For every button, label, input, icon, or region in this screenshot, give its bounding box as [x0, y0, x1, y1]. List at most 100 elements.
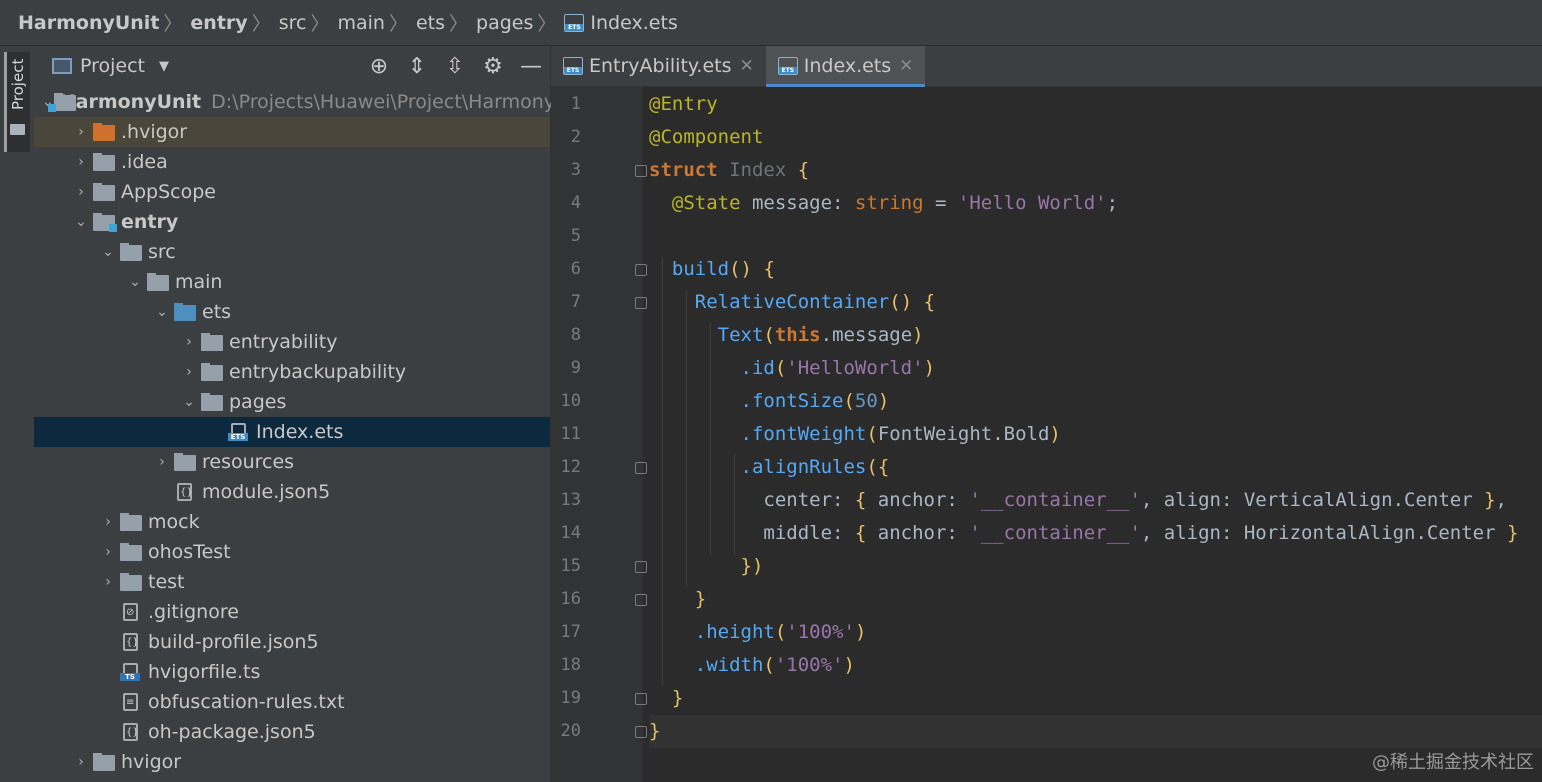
breadcrumb-item-ets[interactable]: ets: [416, 12, 445, 34]
line-number: 20: [560, 721, 581, 741]
fold-marker-icon[interactable]: [635, 693, 647, 705]
chevron-right-icon[interactable]: ›: [150, 454, 174, 470]
chevron-right-icon[interactable]: ›: [177, 364, 201, 380]
tree-item[interactable]: › hvigor: [34, 747, 550, 777]
chevron-right-icon[interactable]: ›: [69, 154, 93, 170]
fold-marker-icon[interactable]: [635, 561, 647, 573]
tree-item[interactable]: ⌄ main: [34, 267, 550, 297]
minimize-icon[interactable]: —: [512, 54, 550, 79]
chevron-right-icon: 〉: [251, 13, 271, 35]
ets-file-icon: [564, 13, 585, 32]
line-number: 19: [560, 688, 581, 708]
chevron-down-icon[interactable]: ⌄: [96, 244, 120, 260]
tree-item[interactable]: ≡ obfuscation-rules.txt: [34, 687, 550, 717]
tree-item[interactable]: ⌄ ets: [34, 297, 550, 327]
fold-marker-icon[interactable]: [635, 726, 647, 738]
tool-window-strip: Project: [0, 46, 35, 782]
tree-item[interactable]: ⌄ entry: [34, 207, 550, 237]
tree-item[interactable]: ⌄ HarmonyUnit D:\Projects\Huawei\Project\H…: [34, 87, 555, 117]
chevron-right-icon[interactable]: ›: [69, 124, 93, 140]
chevron-down-icon[interactable]: ▼: [159, 59, 169, 74]
tree-item[interactable]: › AppScope: [34, 177, 550, 207]
tree-item[interactable]: {} module.json5: [34, 477, 550, 507]
fold-marker-icon[interactable]: [635, 264, 647, 276]
line-number: 12: [560, 457, 581, 477]
fold-marker-icon[interactable]: [635, 297, 647, 309]
chevron-down-icon[interactable]: ⌄: [150, 304, 174, 320]
tree-item[interactable]: › test: [34, 567, 550, 597]
blue-folder-icon: [174, 303, 196, 321]
breadcrumb-item-pages[interactable]: pages: [476, 12, 533, 34]
tree-item[interactable]: ⌄ pages: [34, 387, 550, 417]
line-number-gutter: 1 2 3 4 5 6 7 8 9 10 11 12 13 14 15 16 17 18 19 20: [551, 86, 647, 782]
project-tool-tab[interactable]: Project: [4, 52, 30, 152]
folder-icon: [147, 273, 169, 291]
tree-item[interactable]: › .idea: [34, 147, 550, 177]
text-file-icon: ≡: [120, 693, 142, 711]
chevron-down-icon[interactable]: ⌄: [69, 214, 93, 230]
current-line-highlight: [649, 715, 1542, 748]
chevron-right-icon[interactable]: ›: [96, 514, 120, 530]
gear-icon[interactable]: ⚙: [474, 54, 512, 79]
close-icon[interactable]: ✕: [740, 56, 754, 76]
tab-index[interactable]: Index.ets ✕: [765, 46, 926, 87]
tree-item[interactable]: › resources: [34, 447, 550, 477]
folder-icon: [93, 153, 115, 171]
tree-item[interactable]: › mock: [34, 507, 550, 537]
chevron-down-icon[interactable]: ⌄: [177, 394, 201, 410]
line-number: 10: [560, 391, 581, 411]
locate-icon[interactable]: ⊕: [360, 54, 398, 79]
tree-item-label: entryability: [229, 331, 338, 353]
tree-item[interactable]: › entrybackupability: [34, 357, 550, 387]
folder-icon: [201, 363, 223, 381]
code-area[interactable]: @Entry @Component struct Index { @State me…: [649, 86, 1542, 782]
chevron-right-icon[interactable]: ›: [69, 754, 93, 770]
tree-item[interactable]: › entryability: [34, 327, 550, 357]
tree-item[interactable]: › .hvigor: [34, 117, 550, 147]
fold-marker-icon[interactable]: [635, 594, 647, 606]
tree-item[interactable]: {} build-profile.json5: [34, 627, 550, 657]
code-line: .id('HelloWorld'): [740, 357, 936, 379]
tree-item-label: AppScope: [121, 181, 216, 203]
breadcrumb-item-harmonyunit[interactable]: HarmonyUnit: [18, 12, 159, 34]
chevron-right-icon: 〉: [537, 13, 557, 35]
tree-item[interactable]: {} oh-package.json5: [34, 717, 550, 747]
code-line: .fontSize(50): [740, 390, 890, 412]
code-line: .fontWeight(FontWeight.Bold): [740, 423, 1061, 445]
code-line: }: [694, 588, 707, 610]
tree-item[interactable]: ⊘ .gitignore: [34, 597, 550, 627]
breadcrumb-item-entry[interactable]: entry: [190, 12, 247, 34]
line-number: 13: [560, 490, 581, 510]
folder-icon: [201, 393, 223, 411]
breadcrumb-item-main[interactable]: main: [337, 12, 384, 34]
chevron-right-icon[interactable]: ›: [177, 334, 201, 350]
chevron-right-icon[interactable]: ›: [69, 184, 93, 200]
watermark: @稀土掘金技术社区: [1372, 752, 1534, 773]
breadcrumb-item-src[interactable]: src: [279, 12, 307, 34]
chevron-right-icon[interactable]: ›: [96, 574, 120, 590]
project-tree: ⌄ HarmonyUnit D:\Projects\Huawei\Project\H…: [34, 87, 555, 777]
project-panel-title[interactable]: Project: [80, 55, 145, 77]
fold-marker-icon[interactable]: [635, 462, 647, 474]
code-line: @Entry: [649, 93, 718, 115]
breadcrumb-item-index[interactable]: Index.ets: [564, 11, 678, 34]
breadcrumb-item-label: Index.ets: [590, 11, 678, 34]
close-icon[interactable]: ✕: [899, 56, 913, 76]
collapse-all-icon[interactable]: ⇳: [436, 54, 474, 79]
tab-entryability[interactable]: EntryAbility.ets ✕: [551, 46, 766, 86]
expand-all-icon[interactable]: ⇕: [398, 54, 436, 79]
tree-item-label: HarmonyUnit: [59, 91, 202, 113]
code-line: center: { anchor: '__container__', align…: [649, 489, 1507, 511]
json-file-icon: {}: [120, 723, 142, 741]
chevron-right-icon[interactable]: ›: [96, 544, 120, 560]
fold-marker-icon[interactable]: [635, 165, 647, 177]
code-line: .alignRules({: [740, 456, 890, 478]
project-tool-tab-label: Project: [9, 58, 27, 110]
tree-item[interactable]: ETS Index.ets: [34, 417, 550, 447]
tree-item[interactable]: › ohosTest: [34, 537, 550, 567]
chevron-down-icon[interactable]: ⌄: [123, 274, 147, 290]
project-panel-header: Project ▼ ⊕ ⇕ ⇳ ⚙ —: [34, 46, 550, 86]
tree-item[interactable]: TS hvigorfile.ts: [34, 657, 550, 687]
tree-item[interactable]: ⌄ src: [34, 237, 550, 267]
folder-icon[interactable]: [10, 124, 25, 135]
